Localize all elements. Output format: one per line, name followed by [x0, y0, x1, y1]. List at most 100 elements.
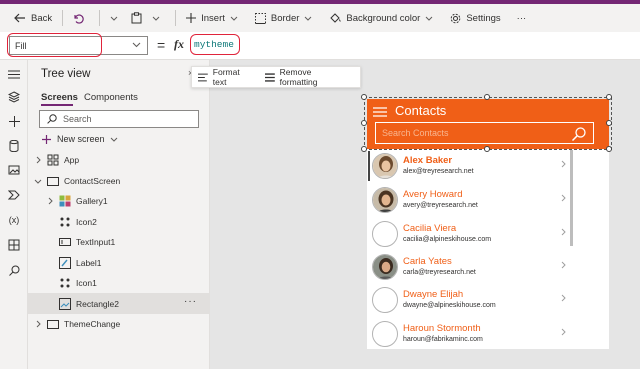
chevron-right-icon[interactable] [561, 194, 566, 202]
chevron-right-icon[interactable] [561, 228, 566, 236]
border-button[interactable]: Border [251, 8, 322, 28]
tree-node-icon2[interactable]: Icon2 [59, 212, 97, 232]
new-screen-button[interactable]: New screen [42, 134, 124, 144]
resize-handle[interactable] [606, 146, 612, 152]
screen-icon [47, 175, 59, 187]
node-more-button[interactable]: ··· [184, 296, 197, 307]
tree-node-label: Rectangle2 [76, 299, 120, 309]
database-icon[interactable] [6, 138, 22, 154]
contact-name: Haroun Stormonth [403, 323, 481, 334]
search-icon [47, 114, 57, 124]
tab-components[interactable]: Components [84, 92, 138, 103]
format-text-button[interactable]: Format text [198, 67, 255, 87]
contact-name: Cacilia Viera [403, 223, 457, 234]
chevron-right-icon[interactable] [561, 328, 566, 336]
contact-name: Dwayne Elijah [403, 289, 464, 300]
tree-node-label: Gallery1 [76, 196, 108, 206]
tree-search-input[interactable]: Search [39, 110, 199, 128]
icon-control-icon [59, 216, 71, 228]
list-item[interactable]: Carla Yates carla@treyresearch.net [370, 249, 570, 285]
media-icon[interactable] [6, 162, 22, 178]
tree-node-app[interactable]: App [33, 150, 79, 170]
screen-icon [47, 318, 59, 330]
tree-node-label1[interactable]: Label1 [59, 253, 102, 273]
chevron-right-icon[interactable] [33, 156, 43, 164]
list-item[interactable]: Cacilia Viera cacilia@alpineskihouse.com [370, 216, 570, 252]
tools-icon[interactable] [6, 237, 22, 253]
tree-node-rectangle2[interactable]: Rectangle2 [59, 294, 119, 314]
insert-plus-icon[interactable] [6, 113, 22, 129]
tree-node-gallery1[interactable]: Gallery1 [45, 191, 108, 211]
back-label: Back [31, 12, 53, 24]
chevron-down-icon [152, 16, 160, 21]
tab-screens[interactable]: Screens [41, 92, 78, 103]
resize-handle[interactable] [606, 120, 612, 126]
chevron-right-icon[interactable] [45, 197, 55, 205]
more-icon: ··· [516, 12, 527, 24]
undo-menu-button[interactable] [106, 8, 127, 28]
separator [99, 10, 101, 26]
hamburger-menu-icon[interactable] [6, 66, 22, 82]
format-text-icon [198, 73, 208, 81]
format-toolbar: Format text Remove formatting [191, 66, 361, 88]
variables-icon[interactable]: (x) [6, 212, 22, 228]
left-rail: (x) [0, 60, 28, 369]
fx-icon[interactable]: fx [174, 37, 184, 52]
separator [62, 10, 64, 26]
back-button[interactable]: Back [10, 8, 56, 28]
list-item[interactable]: Dwayne Elijah dwayne@alpineskihouse.com [370, 282, 570, 318]
chevron-down-icon[interactable] [33, 179, 43, 184]
chevron-right-icon[interactable] [561, 160, 566, 168]
new-screen-label: New screen [57, 134, 105, 144]
command-bar: Back Insert Border Background color Sett… [0, 4, 640, 32]
list-item[interactable]: Haroun Stormonth haroun@fabrikaminc.com [370, 316, 570, 352]
avatar [372, 321, 398, 347]
chevron-down-icon [425, 16, 433, 21]
chevron-right-icon[interactable] [561, 261, 566, 269]
settings-button[interactable]: Settings [446, 8, 504, 28]
list-item[interactable]: Avery Howard avery@treyresearch.net [370, 182, 570, 218]
contact-name: Avery Howard [403, 189, 463, 200]
formula-input[interactable]: mytheme [192, 36, 632, 54]
tree-node-textinput1[interactable]: TextInput1 [59, 232, 115, 252]
undo-button[interactable] [69, 8, 93, 28]
resize-handle[interactable] [361, 120, 367, 126]
resize-handle[interactable] [361, 146, 367, 152]
insert-label: Insert [201, 12, 225, 24]
tree-node-label: ContactScreen [64, 176, 121, 186]
contact-name: Carla Yates [403, 256, 452, 267]
layers-icon[interactable] [6, 89, 22, 105]
resize-handle[interactable] [484, 94, 490, 100]
tree-node-contactscreen[interactable]: ContactScreen [33, 171, 120, 191]
contact-email: carla@treyresearch.net [403, 269, 476, 276]
avatar [372, 287, 398, 313]
tree-node-icon1[interactable]: Icon1 [59, 273, 97, 293]
remove-formatting-button[interactable]: Remove formatting [264, 67, 350, 87]
undo-icon [74, 13, 84, 24]
contact-email: alex@treyresearch.net [403, 168, 474, 175]
plus-icon [186, 13, 197, 23]
contact-email: dwayne@alpineskihouse.com [403, 302, 496, 309]
background-color-button[interactable]: Background color [325, 8, 442, 28]
textinput-icon [59, 236, 71, 248]
chevron-right-icon[interactable] [33, 320, 43, 328]
annotation-formula-highlight [190, 34, 240, 55]
paste-button[interactable] [127, 8, 169, 28]
tree-node-label: Icon1 [76, 278, 97, 288]
gallery-scrollbar[interactable] [570, 150, 573, 246]
insert-button[interactable]: Insert [182, 8, 247, 28]
label-icon [59, 257, 71, 269]
contact-email: cacilia@alpineskihouse.com [403, 236, 492, 243]
resize-handle[interactable] [361, 94, 367, 100]
list-item[interactable]: Alex Baker alex@treyresearch.net [370, 148, 570, 184]
more-commands-button[interactable]: ··· [513, 8, 531, 28]
icon-control-icon [59, 277, 71, 289]
power-automate-icon[interactable] [6, 187, 22, 203]
tree-node-themechange[interactable]: ThemeChange [33, 314, 120, 334]
resize-handle[interactable] [606, 94, 612, 100]
contact-email: avery@treyresearch.net [403, 202, 478, 209]
search-icon[interactable] [6, 262, 22, 278]
chevron-right-icon[interactable] [561, 294, 566, 302]
back-arrow-icon [14, 13, 25, 23]
app-icon [47, 154, 59, 166]
